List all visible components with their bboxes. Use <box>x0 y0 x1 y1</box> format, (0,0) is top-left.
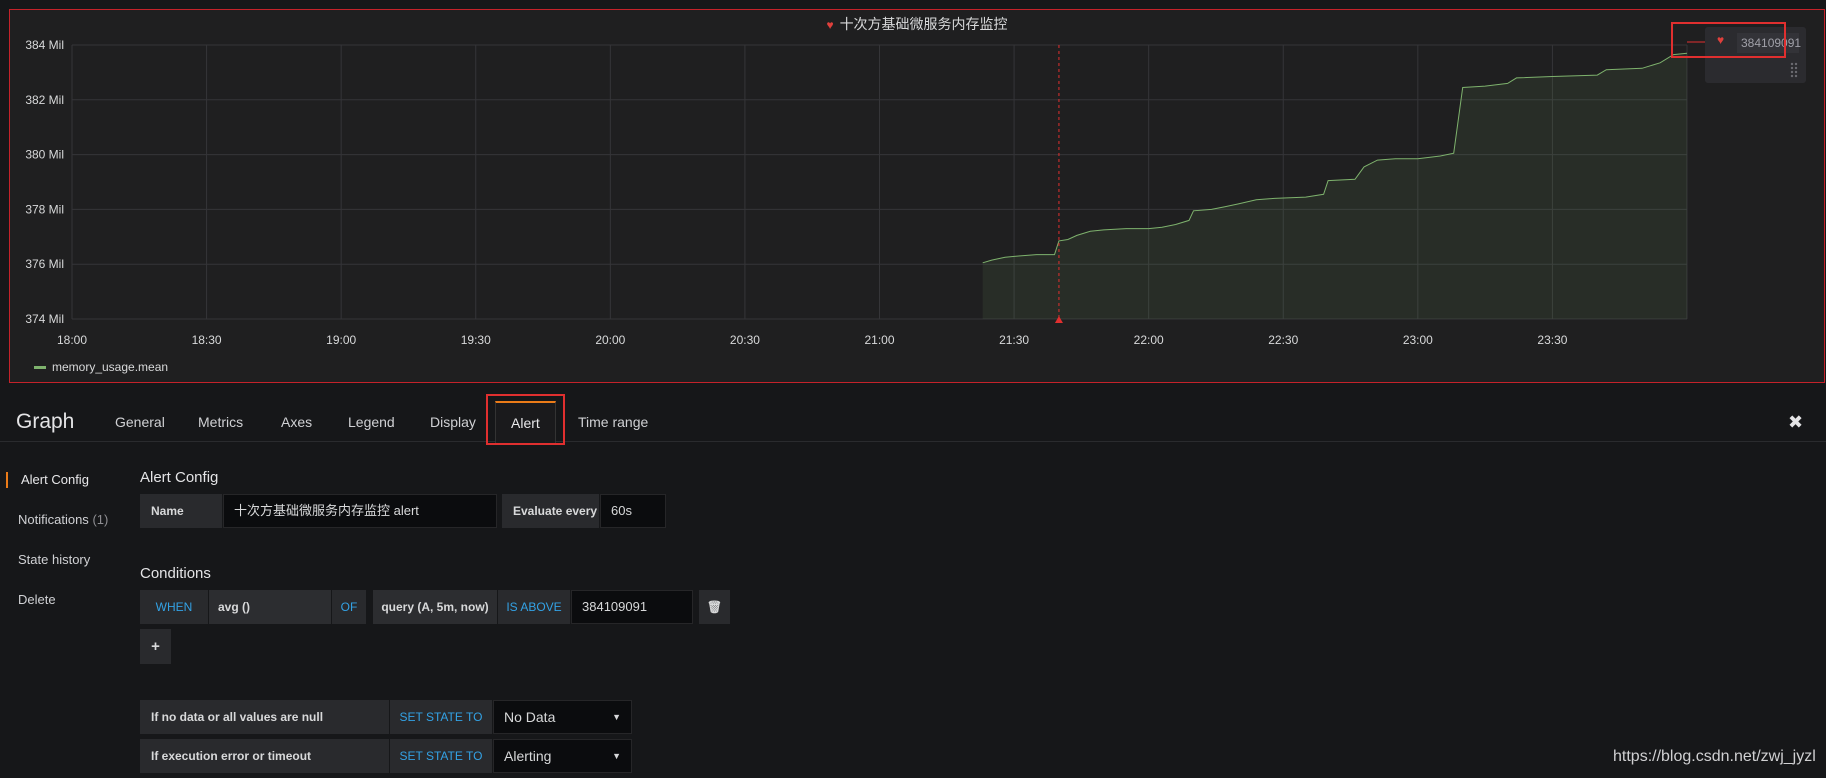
x-tick-label: 22:30 <box>1268 333 1298 347</box>
of-keyword: OF <box>332 590 366 624</box>
evaluate-every-label: Evaluate every <box>502 494 599 528</box>
select-value: Alerting <box>504 748 552 764</box>
alert-config-title: Alert Config <box>140 469 219 486</box>
x-tick-label: 23:30 <box>1537 333 1567 347</box>
x-tick-label: 18:00 <box>57 333 87 347</box>
watermark-text: https://blog.csdn.net/zwj_jyzl <box>1613 748 1816 765</box>
no-data-label: If no data or all values are null <box>140 700 389 734</box>
x-tick-label: 21:00 <box>864 333 894 347</box>
query-selector[interactable]: query (A, 5m, now) <box>373 590 497 624</box>
tab-legend[interactable]: Legend <box>348 414 395 430</box>
x-tick-label: 20:00 <box>595 333 625 347</box>
exec-error-state-select[interactable]: Alerting ▼ <box>493 739 632 773</box>
tab-display[interactable]: Display <box>430 414 476 430</box>
editor-header: Graph General Metrics Axes Legend Displa… <box>0 394 1826 443</box>
exec-error-label: If execution error or timeout <box>140 739 389 773</box>
series-area <box>982 53 1687 319</box>
tab-time-range[interactable]: Time range <box>578 414 648 430</box>
threshold-highlight-box <box>1671 22 1786 58</box>
y-tick-label: 376 Mil <box>25 257 64 271</box>
legend-label: memory_usage.mean <box>52 360 169 374</box>
tab-metrics[interactable]: Metrics <box>198 414 243 430</box>
y-tick-label: 378 Mil <box>25 202 64 216</box>
sidebar-item-notifications[interactable]: Notifications (1) <box>18 512 108 527</box>
sidebar-item-alert-config[interactable]: Alert Config <box>21 472 89 487</box>
x-tick-label: 23:00 <box>1403 333 1433 347</box>
grafana-panel-editor: ♥ 十次方基础微服务内存监控 374 Mil 376 Mil 378 Mil 380 M… <box>0 0 1826 778</box>
evaluator-select[interactable]: IS ABOVE <box>498 590 570 624</box>
y-tick-label: 382 Mil <box>25 93 64 107</box>
drag-grip-icon[interactable] <box>1790 62 1798 78</box>
y-tick-label: 380 Mil <box>25 148 64 162</box>
x-tick-label: 18:30 <box>192 333 222 347</box>
tab-general[interactable]: General <box>115 414 165 430</box>
x-tick-label: 20:30 <box>730 333 760 347</box>
caret-down-icon: ▼ <box>612 712 621 722</box>
memory-chart: 374 Mil 376 Mil 378 Mil 380 Mil 382 Mil 384 M… <box>25 38 1710 347</box>
x-tick-label: 22:00 <box>1134 333 1164 347</box>
no-data-state-select[interactable]: No Data ▼ <box>493 700 632 734</box>
graph-panel: ♥ 十次方基础微服务内存监控 374 Mil 376 Mil 378 Mil 380 M… <box>9 9 1825 383</box>
close-icon[interactable]: ✖ <box>1788 412 1803 433</box>
name-label: Name <box>140 494 222 528</box>
notifications-count: (1) <box>92 512 109 527</box>
active-item-marker <box>6 472 8 488</box>
set-state-keyword: SET STATE TO <box>390 700 492 734</box>
tab-axes[interactable]: Axes <box>281 414 312 430</box>
legend-item[interactable]: memory_usage.mean <box>34 360 168 374</box>
when-keyword: WHEN <box>140 590 208 624</box>
x-tick-label: 21:30 <box>999 333 1029 347</box>
set-state-keyword: SET STATE TO <box>390 739 492 773</box>
sidebar-item-state-history[interactable]: State history <box>18 552 90 567</box>
conditions-title: Conditions <box>140 565 211 582</box>
legend-swatch <box>34 365 46 369</box>
editor-title: Graph <box>16 410 75 433</box>
sidebar-item-label: Notifications <box>18 512 89 527</box>
x-tick-label: 19:00 <box>326 333 356 347</box>
select-value: No Data <box>504 709 556 725</box>
x-tick-label: 19:30 <box>461 333 491 347</box>
y-tick-label: 384 Mil <box>25 38 64 52</box>
alert-name-input[interactable]: 十次方基础微服务内存监控 alert <box>223 494 497 528</box>
threshold-input[interactable]: 384109091 <box>571 590 693 624</box>
reducer-select[interactable]: avg () <box>209 590 331 624</box>
tab-highlight-box <box>486 394 565 445</box>
trash-icon[interactable]: 🗑 <box>699 590 730 624</box>
add-condition-button[interactable]: + <box>140 629 171 664</box>
y-tick-label: 374 Mil <box>25 312 64 326</box>
evaluate-every-input[interactable]: 60s <box>600 494 666 528</box>
sidebar-item-delete[interactable]: Delete <box>18 592 56 607</box>
caret-down-icon: ▼ <box>612 751 621 761</box>
